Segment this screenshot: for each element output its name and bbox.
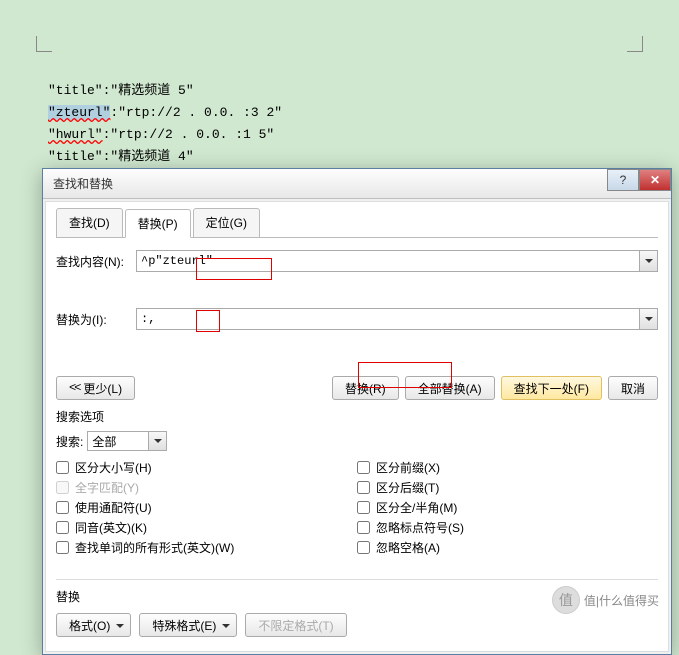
replace-all-button[interactable]: 全部替换(A) — [405, 376, 495, 400]
format-button[interactable]: 格式(O) — [56, 613, 131, 637]
watermark-logo-icon: 值 — [552, 586, 580, 614]
search-label: 搜索: — [56, 433, 83, 450]
cancel-button[interactable]: 取消 — [608, 376, 658, 400]
dialog-title: 查找和替换 — [53, 175, 113, 192]
check-prefix[interactable]: 区分前缀(X) — [357, 459, 658, 476]
check-suffix[interactable]: 区分后缀(T) — [357, 479, 658, 496]
check-wordforms[interactable]: 查找单词的所有形式(英文)(W) — [56, 539, 357, 556]
titlebar[interactable]: 查找和替换 ? ✕ — [43, 169, 671, 199]
crop-corner-tl — [36, 36, 52, 52]
find-next-button[interactable]: 查找下一处(F) — [501, 376, 602, 400]
replace-dropdown-icon[interactable] — [639, 309, 657, 329]
check-soundslike[interactable]: 同音(英文)(K) — [56, 519, 357, 536]
check-case[interactable]: 区分大小写(H) — [56, 459, 357, 476]
options-title: 搜索选项 — [56, 408, 658, 425]
check-ignorespace[interactable]: 忽略空格(A) — [357, 539, 658, 556]
help-button[interactable]: ? — [607, 169, 639, 191]
checks-left: 区分大小写(H) 全字匹配(Y) 使用通配符(U) 同音(英文)(K) 查找单词… — [56, 459, 357, 559]
check-fullhalf[interactable]: 区分全/半角(M) — [357, 499, 658, 516]
divider — [56, 579, 658, 580]
tab-find[interactable]: 查找(D) — [56, 208, 123, 237]
special-button[interactable]: 特殊格式(E) — [139, 613, 237, 637]
watermark: 值 值|什么值得买 — [552, 586, 659, 614]
background-code: "title":"精选频道 5" "zteurl":"rtp://2 . 0.0… — [48, 80, 282, 168]
check-wildcard[interactable]: 使用通配符(U) — [56, 499, 357, 516]
crop-corner-tr — [627, 36, 643, 52]
tab-replace[interactable]: 替换(P) — [125, 209, 191, 238]
find-replace-dialog: 查找和替换 ? ✕ 查找(D) 替换(P) 定位(G) 查找内容(N): ^p"… — [42, 168, 672, 655]
find-label: 查找内容(N): — [56, 253, 136, 270]
check-ignorepunct[interactable]: 忽略标点符号(S) — [357, 519, 658, 536]
checks-right: 区分前缀(X) 区分后缀(T) 区分全/半角(M) 忽略标点符号(S) 忽略空格… — [357, 459, 658, 559]
chevron-down-icon — [148, 432, 166, 450]
find-dropdown-icon[interactable] — [639, 251, 657, 271]
search-direction-select[interactable]: 全部 — [87, 431, 167, 451]
find-input[interactable]: ^p"zteurl" — [136, 250, 658, 272]
tab-goto[interactable]: 定位(G) — [193, 208, 260, 237]
tab-list: 查找(D) 替换(P) 定位(G) — [56, 208, 658, 238]
check-wholeword: 全字匹配(Y) — [56, 479, 357, 496]
replace-label: 替换为(I): — [56, 311, 136, 328]
close-button[interactable]: ✕ — [639, 169, 671, 191]
replace-input[interactable]: :, — [136, 308, 658, 330]
replace-one-button[interactable]: 替换(R) — [332, 376, 399, 400]
more-button[interactable]: <<更少(L) — [56, 376, 135, 400]
noformat-button: 不限定格式(T) — [245, 613, 346, 637]
